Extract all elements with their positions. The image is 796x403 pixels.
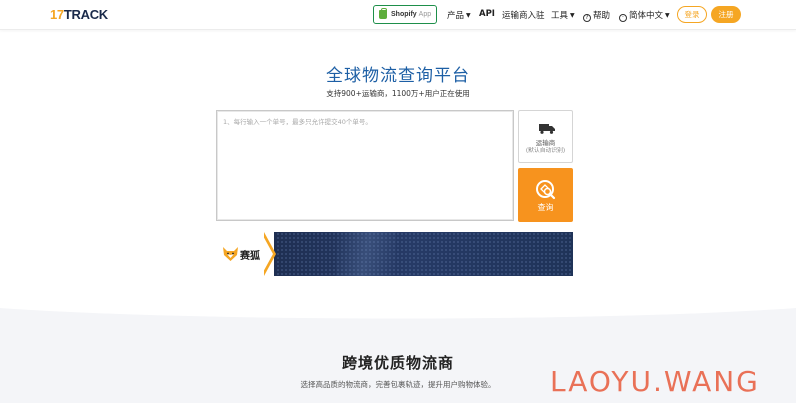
shopify-app-suffix: App — [418, 11, 432, 18]
help-icon: ? — [583, 14, 591, 22]
nav-carrier-join[interactable]: 运输商入驻 — [502, 9, 545, 21]
world-map-background — [276, 232, 573, 276]
truck-icon — [539, 124, 555, 134]
nav-help-label: 帮助 — [593, 11, 611, 21]
watermark-text: LAOYU.WANG — [550, 365, 760, 398]
login-button[interactable]: 登录 — [677, 6, 707, 23]
nav-help[interactable]: ? 帮助 — [583, 9, 610, 22]
search-label: 查询 — [537, 203, 554, 212]
tracking-input-box — [216, 110, 514, 221]
section-wave-divider — [0, 302, 796, 319]
caret-down-icon: ▼ — [570, 12, 575, 19]
banner-brand-name: 赛狐 — [240, 251, 260, 262]
register-button[interactable]: 注册 — [711, 6, 741, 23]
nav-api[interactable]: API — [479, 9, 495, 19]
carrier-sublabel: (默认自动识别) — [525, 148, 566, 154]
nav-products-label: 产品 — [447, 11, 465, 21]
nav-products[interactable]: 产品 ▼ — [447, 9, 471, 21]
nav-language-label: 简体中文 — [629, 11, 664, 21]
page-title: 全球物流查询平台 — [326, 66, 470, 86]
sellerfox-ad-banner[interactable]: 赛狐 — [216, 232, 573, 276]
search-button[interactable]: 查询 — [518, 168, 573, 222]
banner-light-streak — [336, 232, 396, 276]
nav-tools-label: 工具 — [551, 11, 569, 21]
top-nav-bar: 17TRACK Shopify App 产品 ▼ API 运输商入驻 工具 ▼ ? 帮… — [0, 0, 796, 30]
nav-tools[interactable]: 工具 ▼ — [551, 9, 575, 21]
carrier-select-button[interactable]: 运输商 (默认自动识别) — [518, 110, 573, 163]
caret-down-icon: ▼ — [466, 12, 471, 19]
shopify-app-button[interactable]: Shopify App — [373, 5, 437, 24]
search-icon — [536, 180, 556, 200]
caret-down-icon: ▼ — [665, 12, 670, 19]
shopify-label: Shopify — [391, 11, 417, 18]
logo[interactable]: 17TRACK — [50, 7, 108, 22]
nav-language[interactable]: · 简体中文 ▼ — [619, 9, 670, 22]
chevron-inner — [262, 234, 273, 274]
globe-icon: · — [619, 14, 627, 22]
shopify-bag-icon — [379, 8, 387, 19]
page-subtitle: 支持900+运输商，1100万+用户正在使用 — [326, 89, 470, 98]
logo-number: 17 — [50, 7, 64, 22]
logo-text: TRACK — [63, 7, 108, 22]
tracking-number-input[interactable] — [217, 111, 513, 220]
fox-icon — [223, 247, 238, 261]
